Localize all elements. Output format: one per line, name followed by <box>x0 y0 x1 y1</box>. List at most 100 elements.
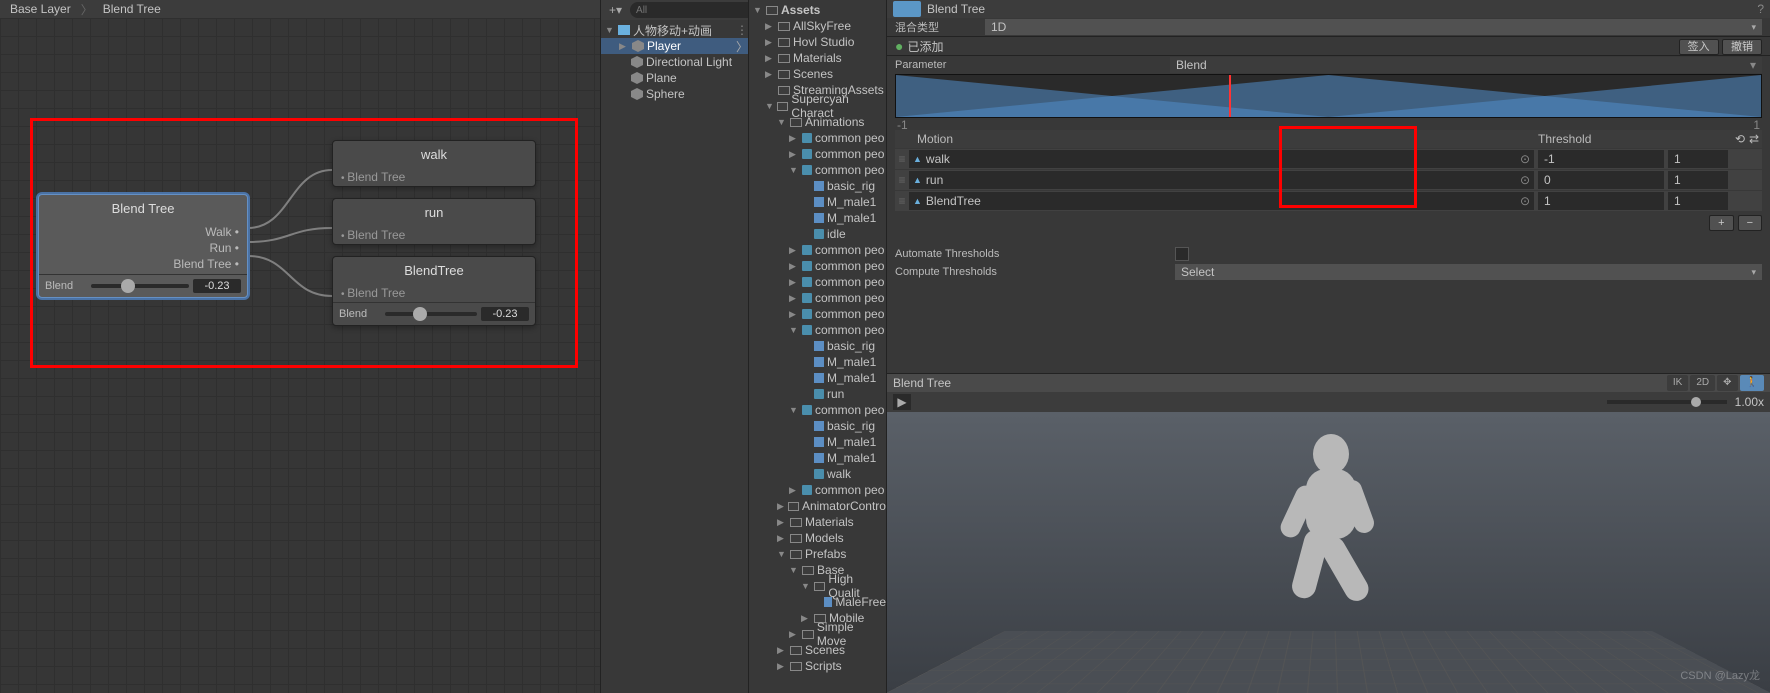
project-item[interactable]: ▼common peo <box>749 402 886 418</box>
project-item[interactable]: run <box>749 386 886 402</box>
automate-row: Automate Thresholds <box>887 245 1770 263</box>
2d-button[interactable]: 2D <box>1690 375 1715 391</box>
project-item[interactable]: ▼High Qualit <box>749 578 886 594</box>
motion-table: Motion Threshold ⟲⇄ ≡ ▲walk⊙ -1 1 ≡ ▲run… <box>895 130 1762 211</box>
node-run-sub: • Blend Tree <box>333 226 535 244</box>
project-tree: ▼Assets ▶AllSkyFree▶Hovl Studio▶Material… <box>749 0 886 693</box>
col-motion: Motion <box>895 132 1538 146</box>
blend-slider[interactable] <box>91 284 189 288</box>
project-item[interactable]: M_male1 <box>749 434 886 450</box>
breadcrumb-current[interactable]: Blend Tree <box>93 2 171 16</box>
project-item[interactable]: ▶Materials <box>749 514 886 530</box>
project-item[interactable]: ▶Hovl Studio <box>749 34 886 50</box>
project-item[interactable]: ▼common peo <box>749 322 886 338</box>
project-item[interactable]: M_male1 <box>749 354 886 370</box>
project-item[interactable]: M_male1 <box>749 194 886 210</box>
hierarchy-item-light[interactable]: Directional Light <box>601 54 748 70</box>
node-title: Blend Tree <box>39 195 247 222</box>
project-item[interactable]: M_male1 <box>749 370 886 386</box>
gameobject-icon <box>631 56 643 68</box>
motion-row[interactable]: ≡ ▲walk⊙ -1 1 <box>895 149 1762 169</box>
graph-area[interactable]: Blend Tree Walk • Run • Blend Tree • Ble… <box>0 18 600 693</box>
project-item[interactable]: ▶common peo <box>749 130 886 146</box>
node-child-param: Blend -0.23 <box>333 302 535 325</box>
folder-icon <box>778 54 790 63</box>
avatar-button[interactable]: 🚶 <box>1740 375 1764 391</box>
prefab-icon <box>814 213 824 223</box>
project-item[interactable]: ▶common peo <box>749 242 886 258</box>
speed-field[interactable]: 1 <box>1668 171 1728 189</box>
add-motion-button[interactable]: + <box>1709 215 1733 231</box>
speed-field[interactable]: 1 <box>1668 192 1728 210</box>
project-item[interactable]: ▶common peo <box>749 258 886 274</box>
project-item[interactable]: ▶Scripts <box>749 658 886 674</box>
undo-button[interactable]: 撤销 <box>1722 39 1762 55</box>
hierarchy-item-plane[interactable]: Plane <box>601 70 748 86</box>
project-item[interactable]: ▶Models <box>749 530 886 546</box>
hierarchy-item-player[interactable]: ▶Player〉 <box>601 38 748 54</box>
node-blend-tree[interactable]: Blend Tree Walk • Run • Blend Tree • Ble… <box>38 194 248 298</box>
gizmo-button[interactable]: ✥ <box>1717 375 1737 391</box>
project-item[interactable]: MaleFree <box>749 594 886 610</box>
motion-field[interactable]: ▲walk⊙ <box>909 150 1534 168</box>
added-row: ●已添加 签入 撤销 <box>887 36 1770 56</box>
anim-icon <box>814 469 824 479</box>
hierarchy-item-sphere[interactable]: Sphere <box>601 86 748 102</box>
watermark: CSDN @Lazy龙 <box>1680 667 1760 683</box>
blend-type-dropdown[interactable]: 1D▾ <box>985 19 1762 35</box>
project-item[interactable]: ▶common peo <box>749 306 886 322</box>
project-item[interactable]: ▶Scenes <box>749 66 886 82</box>
project-item[interactable]: M_male1 <box>749 210 886 226</box>
project-item[interactable]: ▶AllSkyFree <box>749 18 886 34</box>
project-item[interactable]: M_male1 <box>749 450 886 466</box>
breadcrumb-base[interactable]: Base Layer <box>0 2 81 16</box>
motion-row[interactable]: ≡ ▲BlendTree⊙ 1 1 <box>895 191 1762 211</box>
timescale-icon: ⟲ <box>1735 132 1745 146</box>
project-item[interactable]: basic_rig <box>749 338 886 354</box>
node-run[interactable]: run • Blend Tree <box>332 198 536 245</box>
project-item[interactable]: idle <box>749 226 886 242</box>
ik-button[interactable]: IK <box>1667 375 1688 391</box>
threshold-field[interactable]: 0 <box>1538 171 1664 189</box>
remove-motion-button[interactable]: − <box>1738 215 1762 231</box>
prefab-icon <box>814 437 824 447</box>
project-item[interactable]: basic_rig <box>749 178 886 194</box>
add-button[interactable]: +▾ <box>605 3 626 17</box>
speed-field[interactable]: 1 <box>1668 150 1728 168</box>
play-button[interactable]: ▶ <box>893 394 911 410</box>
automate-checkbox[interactable] <box>1175 247 1189 261</box>
scene-row[interactable]: ▼人物移动+动画⋮ <box>601 22 748 38</box>
project-root[interactable]: ▼Assets <box>749 2 886 18</box>
project-item[interactable]: ▶Materials <box>749 50 886 66</box>
threshold-field[interactable]: 1 <box>1538 192 1664 210</box>
compute-row: Compute Thresholds Select▾ <box>887 263 1770 281</box>
child-slider[interactable] <box>385 312 477 316</box>
threshold-field[interactable]: -1 <box>1538 150 1664 168</box>
project-item[interactable]: walk <box>749 466 886 482</box>
speed-slider[interactable] <box>1607 400 1727 404</box>
motion-row[interactable]: ≡ ▲run⊙ 0 1 <box>895 170 1762 190</box>
project-item[interactable]: ▼Prefabs <box>749 546 886 562</box>
project-item[interactable]: ▶common peo <box>749 482 886 498</box>
motion-field[interactable]: ▲run⊙ <box>909 171 1534 189</box>
project-item[interactable]: ▶AnimatorContro <box>749 498 886 514</box>
blend-canvas[interactable] <box>895 74 1762 118</box>
folder-icon <box>778 38 790 47</box>
project-item[interactable]: ▼common peo <box>749 162 886 178</box>
project-item[interactable]: ▶common peo <box>749 290 886 306</box>
help-icon[interactable]: ? <box>1757 2 1764 16</box>
project-item[interactable]: ▶common peo <box>749 146 886 162</box>
compute-dropdown[interactable]: Select▾ <box>1175 264 1762 280</box>
checkin-button[interactable]: 签入 <box>1679 39 1719 55</box>
project-item[interactable]: ▼Supercyan Charact <box>749 98 886 114</box>
motion-field[interactable]: ▲BlendTree⊙ <box>909 192 1534 210</box>
parameter-dropdown[interactable]: Blend▾ <box>1170 57 1762 73</box>
folder-icon <box>790 662 802 671</box>
project-item[interactable]: basic_rig <box>749 418 886 434</box>
blend-marker[interactable] <box>1229 75 1231 117</box>
preview-viewport[interactable]: CSDN @Lazy龙 <box>887 412 1770 693</box>
node-walk[interactable]: walk • Blend Tree <box>332 140 536 187</box>
node-child-blendtree[interactable]: BlendTree • Blend Tree Blend -0.23 <box>332 256 536 326</box>
project-item[interactable]: ▶Simple Move <box>749 626 886 642</box>
project-item[interactable]: ▶common peo <box>749 274 886 290</box>
